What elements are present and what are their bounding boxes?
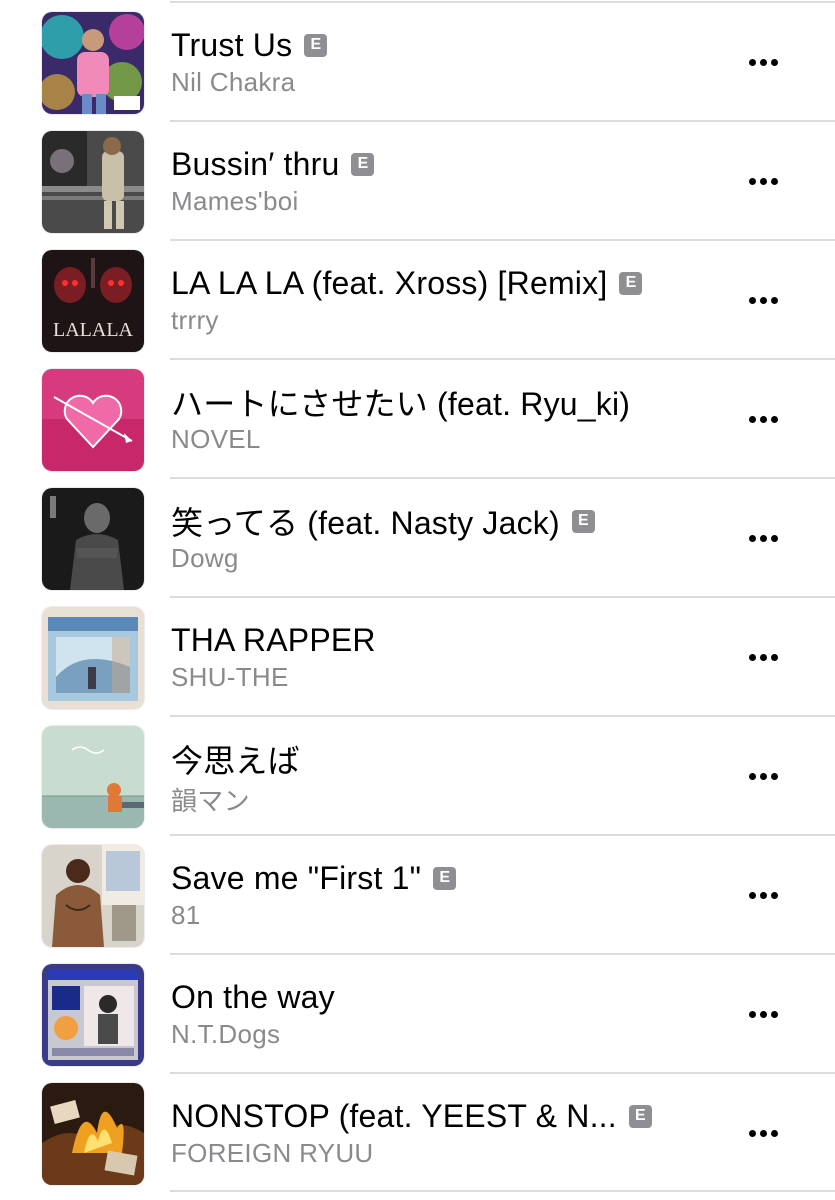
track-artist: SHU-THE xyxy=(171,662,289,692)
album-artwork[interactable] xyxy=(42,369,144,471)
divider xyxy=(170,834,835,836)
divider xyxy=(170,953,835,955)
track-list: Trust Us E Nil Chakra Bussin′ thru E Mam… xyxy=(0,0,835,1200)
track-artist: Mames'boi xyxy=(171,186,299,216)
album-artwork[interactable] xyxy=(42,12,144,114)
ellipsis-icon[interactable] xyxy=(736,754,790,798)
album-artwork[interactable] xyxy=(42,488,144,590)
track-title: Trust Us xyxy=(171,26,293,63)
artwork-text: LALALA xyxy=(53,319,134,341)
track-title: 笑ってる (feat. Nasty Jack) xyxy=(171,505,560,541)
track-row[interactable]: ハートにさせたい (feat. Ryu_ki) NOVEL xyxy=(0,357,835,476)
divider xyxy=(170,358,835,360)
explicit-badge: E xyxy=(433,866,457,890)
track-row[interactable]: NONSTOP (feat. YEEST & N... E FOREIGN RY… xyxy=(0,1071,835,1190)
track-title: 今思えば xyxy=(171,743,300,779)
track-title: THA RAPPER xyxy=(171,621,376,658)
ellipsis-icon[interactable] xyxy=(736,278,790,322)
ellipsis-icon[interactable] xyxy=(736,397,790,441)
explicit-badge: E xyxy=(619,271,643,295)
track-artist: FOREIGN RYUU xyxy=(171,1138,374,1168)
track-title: LA LA LA (feat. Xross) [Remix] xyxy=(171,264,608,301)
track-row[interactable]: Save me "First 1" E 81 xyxy=(0,833,835,952)
ellipsis-icon[interactable] xyxy=(736,40,790,84)
divider xyxy=(170,120,835,122)
track-row[interactable]: LALALA LA LA LA (feat. Xross) [Remix] E … xyxy=(0,238,835,357)
album-artwork[interactable]: LALALA xyxy=(42,250,144,352)
ellipsis-icon[interactable] xyxy=(736,516,790,560)
track-title: On the way xyxy=(171,978,335,1015)
divider xyxy=(170,239,835,241)
album-artwork[interactable] xyxy=(42,726,144,828)
divider xyxy=(170,715,835,717)
explicit-badge: E xyxy=(351,152,375,176)
track-artist: Dowg xyxy=(171,543,239,573)
track-row[interactable]: 今思えば 韻マン xyxy=(0,714,835,833)
track-artist: Nil Chakra xyxy=(171,67,296,97)
divider xyxy=(170,1190,835,1192)
track-artist: NOVEL xyxy=(171,424,261,454)
track-title: NONSTOP (feat. YEEST & N... xyxy=(171,1097,617,1134)
album-artwork[interactable] xyxy=(42,1083,144,1185)
ellipsis-icon[interactable] xyxy=(736,873,790,917)
explicit-badge: E xyxy=(628,1104,652,1128)
track-row[interactable]: Trust Us E Nil Chakra xyxy=(0,0,835,119)
album-artwork[interactable] xyxy=(42,607,144,709)
ellipsis-icon[interactable] xyxy=(736,159,790,203)
divider xyxy=(170,596,835,598)
divider xyxy=(170,1,835,3)
explicit-badge: E xyxy=(304,33,328,57)
track-title: Bussin′ thru xyxy=(171,145,340,182)
ellipsis-icon[interactable] xyxy=(736,635,790,679)
track-row[interactable]: 笑ってる (feat. Nasty Jack) E Dowg xyxy=(0,476,835,595)
track-title: ハートにさせたい (feat. Ryu_ki) xyxy=(171,386,631,422)
explicit-badge: E xyxy=(571,509,595,533)
divider xyxy=(170,477,835,479)
divider xyxy=(170,1072,835,1074)
album-artwork[interactable] xyxy=(42,964,144,1066)
album-artwork[interactable] xyxy=(42,131,144,233)
track-row[interactable]: Bussin′ thru E Mames'boi xyxy=(0,119,835,238)
track-row[interactable]: On the way N.T.Dogs xyxy=(0,952,835,1071)
track-artist: 81 xyxy=(171,900,201,930)
album-artwork[interactable] xyxy=(42,845,144,947)
track-artist: N.T.Dogs xyxy=(171,1019,281,1049)
track-row[interactable]: THA RAPPER SHU-THE xyxy=(0,595,835,714)
ellipsis-icon[interactable] xyxy=(736,992,790,1036)
track-title: Save me "First 1" xyxy=(171,859,422,896)
ellipsis-icon[interactable] xyxy=(736,1111,790,1155)
track-artist: trrry xyxy=(171,305,219,335)
track-artist: 韻マン xyxy=(171,786,250,816)
